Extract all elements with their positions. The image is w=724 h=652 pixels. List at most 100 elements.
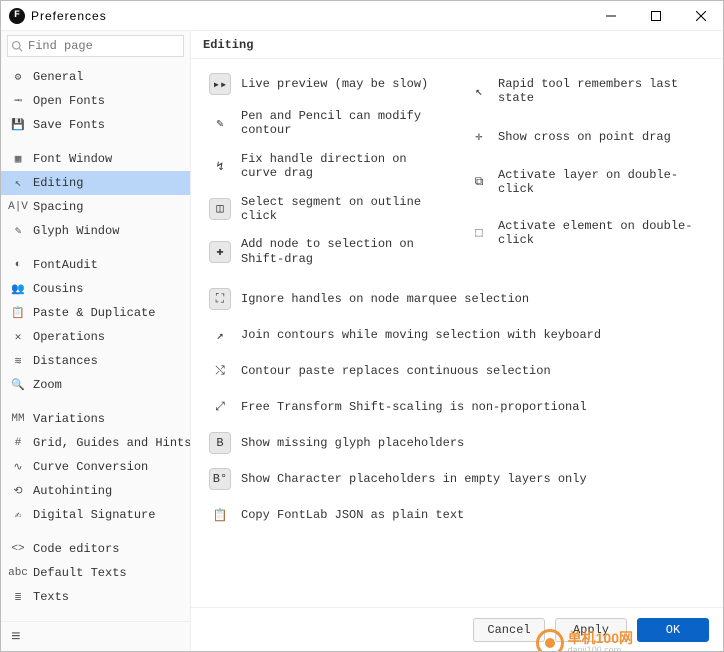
sidebar-item-label: Autohinting (33, 484, 112, 498)
option-toggle[interactable]: ▸▸ Live preview (may be slow) (209, 73, 440, 95)
sidebar-item-grid-guides-and-hints[interactable]: # Grid, Guides and Hints (1, 431, 190, 455)
page-heading: Editing (191, 31, 723, 59)
gear-icon: ⚙ (11, 70, 25, 84)
cursor-icon: ↖ (11, 176, 25, 190)
grid-icon: ▦ (11, 152, 25, 166)
minimize-button[interactable] (588, 1, 633, 30)
sidebar-item-save-fonts[interactable]: 💾Save Fonts (1, 113, 190, 137)
option-toggle[interactable]: ⛶Ignore handles on node marquee selectio… (209, 288, 705, 310)
option-label: Activate layer on double-click (498, 168, 705, 197)
spacing-icon: A|V (11, 200, 25, 214)
app-icon: F (9, 8, 25, 24)
paste-icon: 📋 (11, 306, 25, 320)
titlebar: F Preferences (1, 1, 723, 31)
sidebar-item-texts[interactable]: ≣Texts (1, 585, 190, 609)
sidebar-item-label: Curve Conversion (33, 460, 148, 474)
sidebar-item-default-texts[interactable]: abc Default Texts (1, 561, 190, 585)
sidebar-item-operations[interactable]: ✕ Operations (1, 325, 190, 349)
close-button[interactable] (678, 1, 723, 30)
yinyang-icon: ◐ (11, 258, 25, 272)
sidebar-item-font-window[interactable]: ▦ Font Window (1, 147, 190, 171)
option-icon: ✎ (209, 112, 231, 134)
option-icon: ⧉ (470, 173, 488, 191)
option-toggle[interactable]: ↗ Join contours while moving selection wi… (209, 324, 705, 346)
option-label: Select segment on outline click (241, 195, 440, 224)
option-icon: ⬚ (470, 224, 488, 242)
sidebar-item-label: Glyph Window (33, 224, 119, 238)
option-icon: B° (209, 468, 231, 490)
option-toggle[interactable]: ⤢ Free Transform Shift-scaling is non-pro… (209, 396, 705, 418)
option-icon: ⤢ (209, 396, 231, 418)
option-label: Copy FontLab JSON as plain text (241, 508, 464, 522)
option-toggle[interactable]: ✚Add node to selection on Shift-drag (209, 237, 440, 266)
cancel-button[interactable]: Cancel (473, 618, 545, 642)
sidebar-item-spacing[interactable]: A|VSpacing (1, 195, 190, 219)
tools-icon: ✕ (11, 330, 25, 344)
sidebar-item-zoom[interactable]: 🔍Zoom (1, 373, 190, 397)
sidebar-item-label: Operations (33, 330, 105, 344)
option-toggle[interactable]: BShow missing glyph placeholders (209, 432, 705, 454)
sidebar-item-autohinting[interactable]: ⟲ Autohinting (1, 479, 190, 503)
sidebar-item-distances[interactable]: ≋Distances (1, 349, 190, 373)
sidebar-item-label: Grid, Guides and Hints (33, 436, 190, 450)
glyph-icon: ✎ (11, 224, 25, 238)
search-icon (11, 40, 23, 52)
sidebar-item-fontaudit[interactable]: ◐FontAudit (1, 253, 190, 277)
option-label: Free Transform Shift-scaling is non-prop… (241, 400, 587, 414)
option-toggle[interactable]: ✛Show cross on point drag (470, 128, 705, 146)
sidebar-item-glyph-window[interactable]: ✎ Glyph Window (1, 219, 190, 243)
sidebar-item-cousins[interactable]: 👥Cousins (1, 277, 190, 301)
option-toggle[interactable]: ⬚Activate element on double-click (470, 219, 705, 248)
sidebar-item-label: Variations (33, 412, 105, 426)
code-icon: <> (11, 542, 25, 556)
sidebar-item-code-editors[interactable]: <>Code editors (1, 537, 190, 561)
option-icon: 📋 (209, 504, 231, 526)
option-toggle[interactable]: ⤭Contour paste replaces continuous selec… (209, 360, 705, 382)
option-toggle[interactable]: ↯Fix handle direction on curve drag (209, 152, 440, 181)
option-label: Join contours while moving selection wit… (241, 328, 601, 342)
option-toggle[interactable]: ◫ Select segment on outline click (209, 195, 440, 224)
sidebar-item-label: Digital Signature (33, 508, 155, 522)
variations-icon: MM (11, 412, 25, 426)
hash-icon: # (11, 436, 25, 450)
sidebar-item-label: Open Fonts (33, 94, 105, 108)
sidebar-item-editing[interactable]: ↖ Editing (1, 171, 190, 195)
option-icon: ↖ (470, 82, 488, 100)
option-toggle[interactable]: 📋 Copy FontLab JSON as plain text (209, 504, 705, 526)
ok-button[interactable]: OK (637, 618, 709, 642)
option-label: Show missing glyph placeholders (241, 436, 464, 450)
sidebar: ⚙General ⭲ Open Fonts 💾Save Fonts ▦ Font Wind… (1, 31, 191, 651)
sidebar-item-digital-signature[interactable]: ✍Digital Signature (1, 503, 190, 527)
option-icon: ↗ (209, 324, 231, 346)
sidebar-item-label: Default Texts (33, 566, 127, 580)
option-icon: ◫ (209, 198, 231, 220)
apply-button[interactable]: Apply (555, 618, 627, 642)
distance-icon: ≋ (11, 354, 25, 368)
option-icon: ▸▸ (209, 73, 231, 95)
sidebar-item-label: Save Fonts (33, 118, 105, 132)
sidebar-item-curve-conversion[interactable]: ∿ Curve Conversion (1, 455, 190, 479)
sidebar-item-paste-duplicate[interactable]: 📋Paste & Duplicate (1, 301, 190, 325)
sidebar-item-label: Texts (33, 590, 69, 604)
option-label: Ignore handles on node marquee selection (241, 292, 529, 306)
sidebar-item-label: Editing (33, 176, 83, 190)
defaulttext-icon: abc (11, 566, 25, 580)
maximize-button[interactable] (633, 1, 678, 30)
option-label: Contour paste replaces continuous select… (241, 364, 551, 378)
option-label: Fix handle direction on curve drag (241, 152, 440, 181)
sidebar-item-open-fonts[interactable]: ⭲ Open Fonts (1, 89, 190, 113)
menu-icon[interactable]: ≡ (11, 628, 21, 646)
option-label: Live preview (may be slow) (241, 77, 428, 91)
curve-icon: ∿ (11, 460, 25, 474)
search-input[interactable] (7, 35, 184, 57)
option-toggle[interactable]: B°Show Character placeholders in empty l… (209, 468, 705, 490)
autohint-icon: ⟲ (11, 484, 25, 498)
option-toggle[interactable]: ⧉ Activate layer on double-click (470, 168, 705, 197)
sidebar-item-variations[interactable]: MM Variations (1, 407, 190, 431)
sidebar-item-general[interactable]: ⚙General (1, 65, 190, 89)
open-icon: ⭲ (11, 94, 25, 108)
option-toggle[interactable]: ✎Pen and Pencil can modify contour (209, 109, 440, 138)
sidebar-item-label: Font Window (33, 152, 112, 166)
window-title: Preferences (31, 9, 588, 23)
option-toggle[interactable]: ↖Rapid tool remembers last state (470, 77, 705, 106)
